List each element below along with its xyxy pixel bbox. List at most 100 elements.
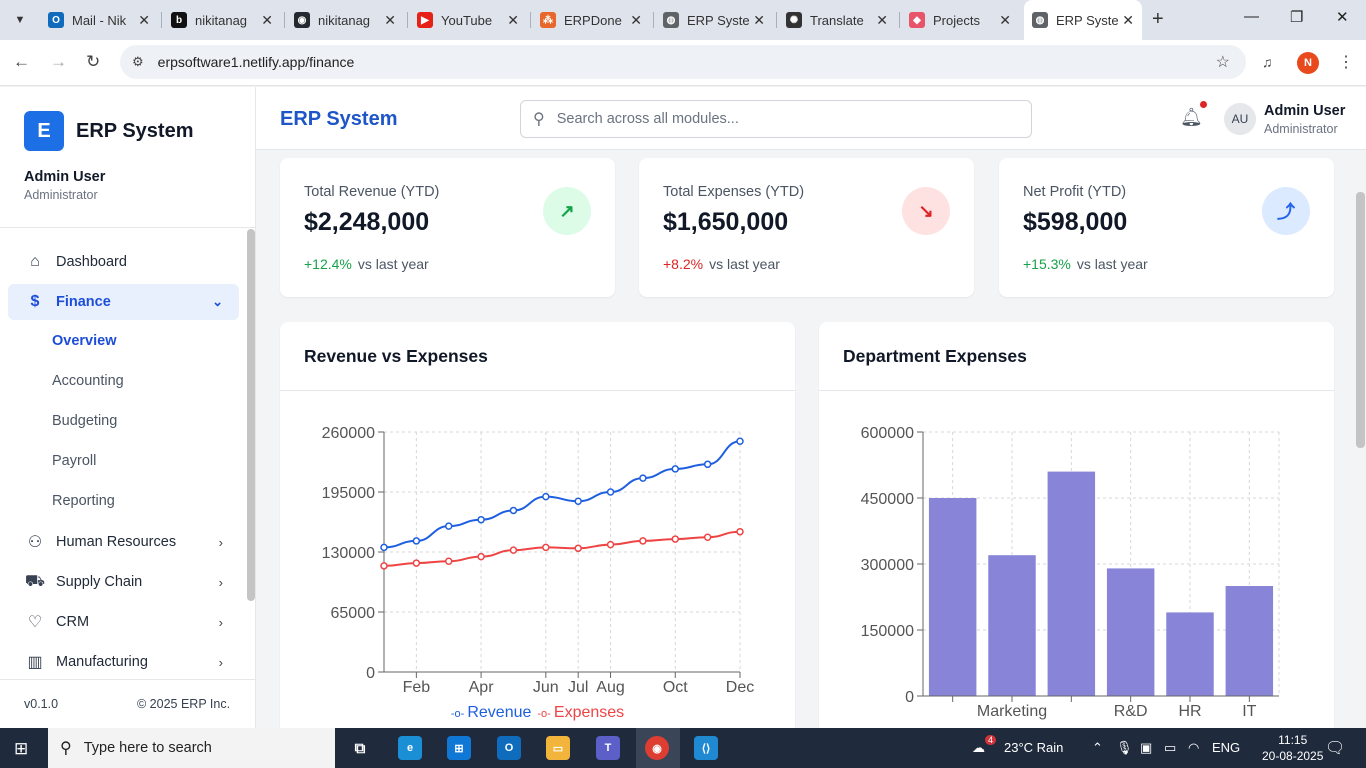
header-user-name[interactable]: Admin User [1264, 103, 1345, 119]
profile-avatar[interactable]: N [1297, 52, 1319, 74]
edge-icon[interactable]: e [398, 736, 422, 760]
browser-tab-strip: ▼ O Mail - Nik ✕ b nikitanag ✕ ◉ nikitanag ✕ ▶ You… [0, 0, 1366, 40]
app-logo: E [24, 111, 64, 151]
sidebar-subitem-payroll[interactable]: Payroll [52, 453, 96, 469]
sidebar-item-human-resources[interactable]: ⚇ Human Resources › [8, 524, 239, 560]
kpi-value: $1,650,000 [663, 208, 789, 236]
y-tick-label: 130000 [322, 545, 375, 562]
new-tab-icon[interactable]: + [1152, 8, 1164, 31]
close-tab-icon[interactable]: ✕ [630, 12, 642, 29]
sidebar-subitem-reporting[interactable]: Reporting [52, 493, 115, 509]
taskbar-search[interactable]: ⚲ Type here to search [48, 728, 335, 768]
windows-start-icon[interactable]: ⊞ [14, 739, 28, 759]
x-tick-label: Jul [568, 679, 588, 696]
bar-sales [928, 498, 977, 696]
close-tab-icon[interactable]: ✕ [999, 12, 1011, 29]
sidebar-item-crm[interactable]: ♡ CRM › [8, 604, 239, 640]
language-indicator[interactable]: ENG [1212, 740, 1240, 755]
media-controls-icon[interactable]: ♫ [1262, 54, 1273, 70]
bold-b-icon: b [171, 12, 187, 28]
browser-tab[interactable]: ⁂ ERPDone ✕ [532, 6, 650, 34]
data-point [574, 497, 582, 505]
search-input[interactable]: ⚲ Search across all modules... [520, 100, 1032, 138]
battery-icon[interactable]: ▭ [1164, 740, 1176, 756]
sidebar-item-label: Manufacturing [56, 654, 148, 670]
bookmark-star-icon[interactable]: ☆ [1216, 52, 1230, 72]
vscode-icon[interactable]: ⟨⟩ [694, 736, 718, 760]
bar-marketing [988, 555, 1036, 696]
sidebar-subitem-overview[interactable]: Overview [52, 333, 117, 349]
microphone-icon[interactable]: 🎙︎ [1116, 740, 1133, 756]
teams-icon[interactable]: T [596, 736, 620, 760]
chevron-up-icon[interactable]: ⌃ [1092, 740, 1103, 756]
browser-tab[interactable]: ◉ nikitanag ✕ [286, 6, 404, 34]
series-line-revenue [383, 440, 741, 549]
browser-menu-icon[interactable]: ⋮ [1338, 52, 1354, 72]
close-tab-icon[interactable]: ✕ [384, 12, 396, 29]
close-tab-icon[interactable]: ✕ [507, 12, 519, 29]
chrome-icon[interactable]: ◉ [645, 736, 669, 760]
close-tab-icon[interactable]: ✕ [1122, 12, 1134, 29]
file-explorer-icon[interactable]: ▭ [546, 736, 570, 760]
reload-icon[interactable]: ↻ [86, 52, 100, 72]
sidebar-item-finance[interactable]: $ Finance ⌄ [8, 284, 239, 320]
sidebar-item-dashboard[interactable]: ⌂ Dashboard [8, 244, 239, 280]
tab-separator [776, 12, 777, 28]
back-icon[interactable]: ← [13, 52, 30, 72]
y-tick-label: 150000 [861, 623, 914, 640]
close-tab-icon[interactable]: ✕ [261, 12, 273, 29]
avatar[interactable]: AU [1224, 103, 1256, 135]
main-scrollbar[interactable] [1356, 192, 1365, 448]
browser-tab[interactable]: ▶ YouTube ✕ [409, 6, 527, 34]
browser-tab[interactable]: ✺ Translate ✕ [778, 6, 896, 34]
minimize-icon[interactable]: — [1244, 8, 1259, 25]
browser-tab[interactable]: b nikitanag ✕ [163, 6, 281, 34]
bell-icon[interactable]: 🔔︎ [1180, 107, 1203, 128]
browser-tab[interactable]: ◍ ERP Syste ✕ [1024, 0, 1142, 40]
browser-tab[interactable]: O Mail - Nik ✕ [40, 6, 158, 34]
users-icon: ⚇ [27, 534, 43, 551]
search-placeholder[interactable]: Search across all modules... [557, 111, 739, 127]
address-bar[interactable]: ⚙ erpsoftware1.netlify.app/finance ☆ [120, 45, 1246, 79]
notifications-icon[interactable]: 🗨︎ [1325, 738, 1345, 758]
data-point [509, 506, 518, 515]
url-text[interactable]: erpsoftware1.netlify.app/finance [158, 54, 355, 70]
forward-icon[interactable]: → [50, 52, 67, 72]
tab-label: nikitanag [195, 12, 248, 28]
display-icon[interactable]: ▣ [1140, 740, 1152, 756]
outlook-icon[interactable]: O [497, 736, 521, 760]
weather-icon[interactable]: ☁ [972, 740, 985, 756]
sidebar-subitem-budgeting[interactable]: Budgeting [52, 413, 117, 429]
sidebar-divider [0, 227, 255, 228]
data-point [703, 460, 712, 469]
data-point [444, 522, 453, 530]
data-point [412, 537, 421, 545]
sidebar-scrollbar[interactable] [247, 229, 255, 601]
erp-app: E ERP System Admin User Administrator ⌂ … [0, 87, 1366, 728]
browser-tab[interactable]: ◍ ERP Syste ✕ [655, 6, 773, 34]
legend-item[interactable]: -o- Expenses [537, 704, 624, 721]
chevron-right-icon: › [218, 574, 223, 590]
browser-tab[interactable]: ◆ Projects ✕ [901, 6, 1019, 34]
weather-text[interactable]: 23°C Rain [1004, 740, 1063, 755]
task-view-icon[interactable]: ⧉ [348, 736, 372, 760]
y-tick-label: 0 [905, 689, 914, 706]
close-tab-icon[interactable]: ✕ [753, 12, 765, 29]
close-tab-icon[interactable]: ✕ [876, 12, 888, 29]
sidebar-subitem-accounting[interactable]: Accounting [52, 373, 124, 389]
wifi-icon[interactable]: ◠ [1188, 740, 1199, 756]
legend-item[interactable]: -o- Revenue [451, 704, 532, 721]
clock[interactable]: 11:15 20-08-2025 [1262, 732, 1323, 764]
close-window-icon[interactable]: ✕ [1336, 8, 1349, 26]
tab-search-icon[interactable]: ▼ [8, 8, 32, 32]
sidebar-item-supply-chain[interactable]: ⛟ Supply Chain › [8, 564, 239, 600]
github-icon: ◉ [294, 12, 310, 28]
close-tab-icon[interactable]: ✕ [138, 12, 150, 29]
site-info-icon[interactable]: ⚙ [132, 54, 144, 70]
tab-label: YouTube [441, 12, 493, 28]
store-icon[interactable]: ⊞ [447, 736, 471, 760]
restore-icon[interactable]: ❐ [1290, 8, 1303, 26]
sidebar-item-manufacturing[interactable]: ▥ Manufacturing › [8, 644, 239, 680]
taskbar-search-placeholder[interactable]: Type here to search [84, 740, 212, 756]
data-point [671, 465, 680, 473]
